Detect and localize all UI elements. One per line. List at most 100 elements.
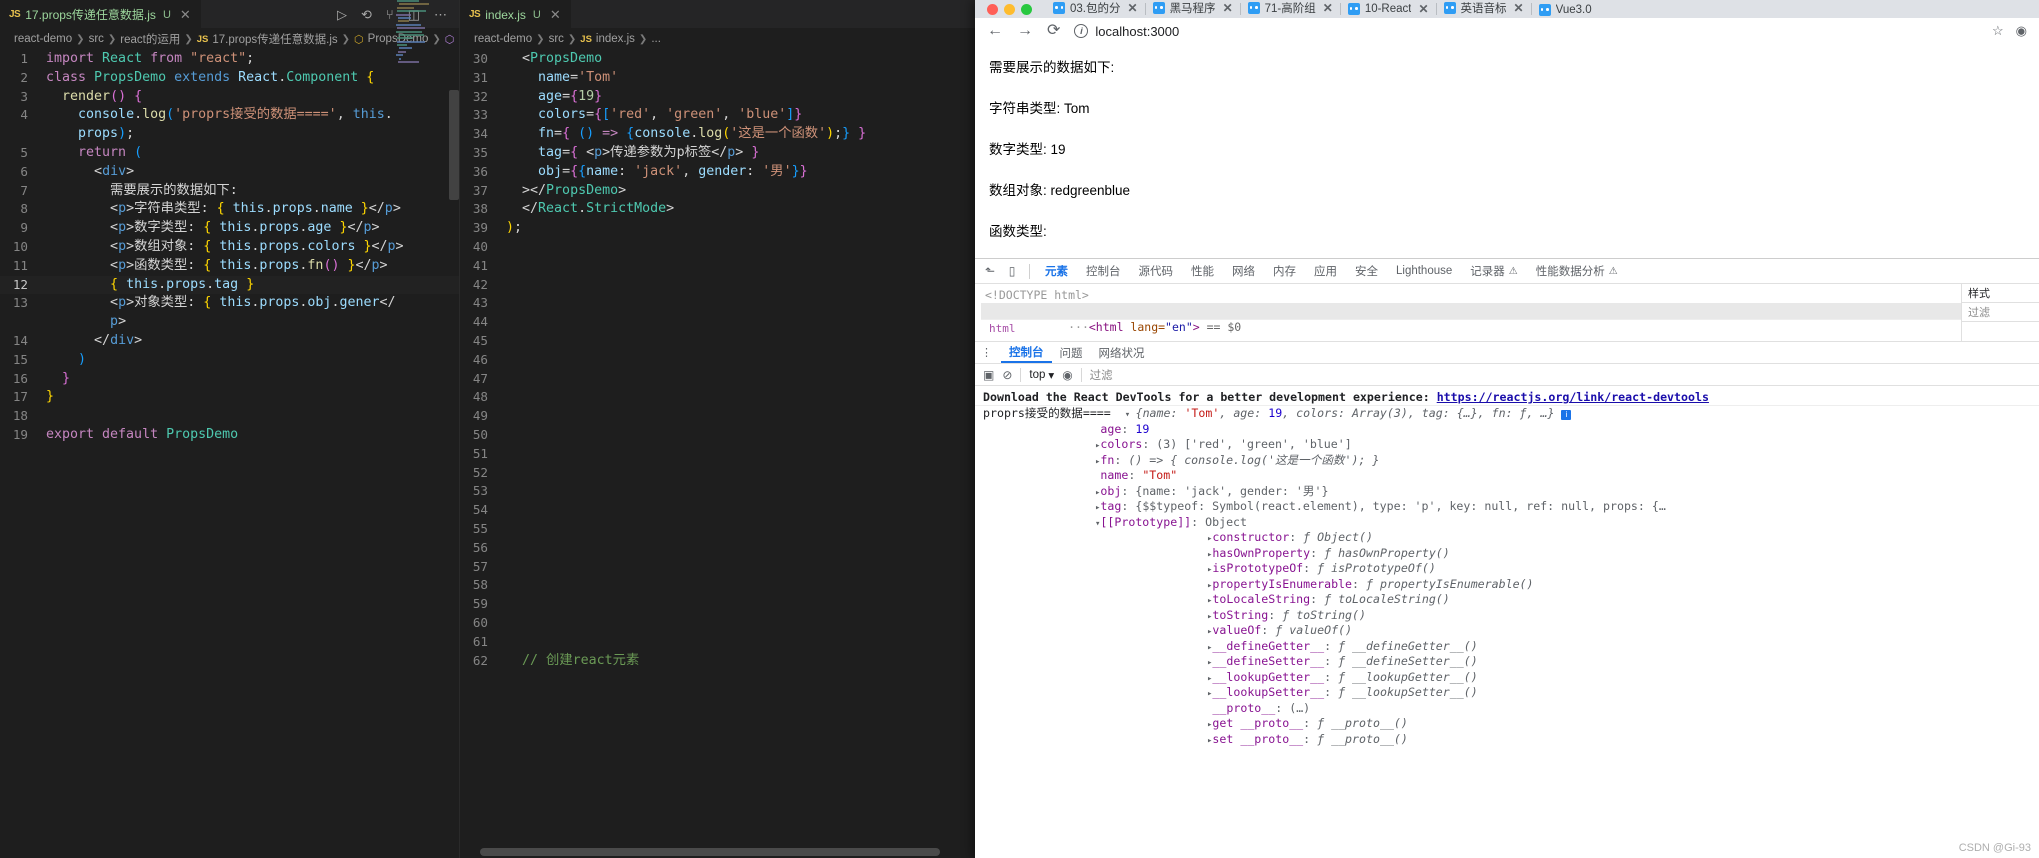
- code-line[interactable]: 12 { this.props.tag }: [0, 276, 459, 295]
- profile-avatar[interactable]: ◉: [2016, 23, 2027, 39]
- console-property-row[interactable]: name: "Tom": [975, 468, 2039, 484]
- code-line[interactable]: 3 render() {: [0, 88, 459, 107]
- code-line[interactable]: 5 return (: [0, 144, 459, 163]
- close-tab-icon[interactable]: ✕: [1223, 1, 1233, 15]
- info-badge-icon[interactable]: i: [1561, 410, 1571, 420]
- console-property-row[interactable]: ▾[[Prototype]]: Object: [975, 515, 2039, 531]
- editor-tab-props-file[interactable]: JS 17.props传递任意数据.js U ✕: [0, 0, 201, 28]
- maximize-window-button[interactable]: [1021, 4, 1032, 15]
- browser-tab[interactable]: Vue3.0: [1532, 4, 1599, 18]
- console-property-row[interactable]: ▸tag: {$$typeof: Symbol(react.element), …: [975, 499, 2039, 515]
- code-line[interactable]: 56: [460, 539, 975, 558]
- code-line[interactable]: 43: [460, 294, 975, 313]
- devtools-tab[interactable]: 控制台: [1077, 259, 1130, 283]
- code-line[interactable]: 34 fn={ () => {console.log('这是一个函数');} }: [460, 125, 975, 144]
- console-log-entry[interactable]: proprs接受的数据==== ▾ {name: 'Tom', age: 19,…: [975, 406, 2039, 747]
- close-tab-icon[interactable]: ✕: [1128, 1, 1138, 15]
- breadcrumb-item[interactable]: react的运用: [120, 31, 180, 47]
- code-line[interactable]: 60: [460, 614, 975, 633]
- code-line[interactable]: 30 <PropsDemo: [460, 50, 975, 69]
- code-line[interactable]: 33 colors={['red', 'green', 'blue']}: [460, 106, 975, 125]
- code-line[interactable]: 36 obj={{name: 'jack', gender: '男'}}: [460, 163, 975, 182]
- site-info-icon[interactable]: i: [1074, 24, 1088, 38]
- console-property-row[interactable]: ▸valueOf: ƒ valueOf(): [975, 623, 2039, 639]
- console-settings-eye-icon[interactable]: ◉: [1062, 368, 1072, 382]
- devtools-tab[interactable]: 元素: [1036, 259, 1077, 283]
- expand-toggle[interactable]: ···: [1068, 320, 1089, 334]
- history-icon[interactable]: ⟲: [361, 8, 372, 21]
- devtools-tab[interactable]: 性能数据分析 ⚠: [1527, 259, 1627, 283]
- breadcrumb-item[interactable]: react-demo: [14, 33, 72, 45]
- code-line[interactable]: 53: [460, 482, 975, 501]
- code-line[interactable]: 4 console.log('proprs接受的数据====', this.: [0, 106, 459, 125]
- minimap-left[interactable]: [395, 0, 453, 70]
- devtools-tab[interactable]: 应用: [1305, 259, 1346, 283]
- close-icon[interactable]: ✕: [550, 8, 561, 21]
- bookmark-icon[interactable]: ☆: [1992, 23, 2004, 39]
- code-line[interactable]: 16 }: [0, 370, 459, 389]
- console-property-row[interactable]: ▸set __proto__: ƒ __proto__(): [975, 732, 2039, 748]
- code-line[interactable]: 17}: [0, 388, 459, 407]
- breadcrumb-item[interactable]: src: [89, 33, 104, 45]
- code-line[interactable]: 8 <p>字符串类型: { this.props.name }</p>: [0, 200, 459, 219]
- code-line[interactable]: 58: [460, 576, 975, 595]
- browser-tab[interactable]: 71-高阶组 ✕: [1241, 0, 1340, 18]
- console-property-row[interactable]: ▸colors: (3) ['red', 'green', 'blue']: [975, 437, 2039, 453]
- source-control-icon[interactable]: ⑂: [386, 8, 394, 21]
- code-line[interactable]: 51: [460, 445, 975, 464]
- editor-tab-index-file[interactable]: JS index.js U ✕: [460, 0, 571, 28]
- code-line[interactable]: 61: [460, 633, 975, 652]
- code-line[interactable]: 31 name='Tom': [460, 69, 975, 88]
- code-line[interactable]: 46: [460, 351, 975, 370]
- code-line[interactable]: 54: [460, 501, 975, 520]
- code-line[interactable]: 19 export default PropsDemo: [0, 426, 459, 445]
- console-property-row[interactable]: ▸propertyIsEnumerable: ƒ propertyIsEnume…: [975, 577, 2039, 593]
- browser-tab[interactable]: 03.包的分 ✕: [1046, 0, 1145, 18]
- code-line[interactable]: 40: [460, 238, 975, 257]
- code-line[interactable]: 57: [460, 558, 975, 577]
- console-property-row[interactable]: ▸obj: {name: 'jack', gender: '男'}: [975, 484, 2039, 500]
- code-line[interactable]: 39);: [460, 219, 975, 238]
- devtools-tab[interactable]: 记录器 ⚠: [1461, 259, 1526, 283]
- console-property-row[interactable]: ▸__lookupSetter__: ƒ __lookupSetter__(): [975, 685, 2039, 701]
- dom-html-node[interactable]: ···<html lang="en"> == $0: [981, 303, 1961, 319]
- console-property-row[interactable]: ▸toLocaleString: ƒ toLocaleString(): [975, 592, 2039, 608]
- breadcrumb-item[interactable]: index.js: [596, 33, 635, 45]
- console-property-row[interactable]: ▸fn: () => { console.log('这是一个函数'); }: [975, 453, 2039, 469]
- console-drawer-tab[interactable]: 控制台: [1001, 342, 1052, 363]
- inspect-element-icon[interactable]: ⬑: [979, 261, 1001, 281]
- code-line[interactable]: 38 </React.StrictMode>: [460, 200, 975, 219]
- code-line[interactable]: 55: [460, 520, 975, 539]
- console-property-row[interactable]: ▸isPrototypeOf: ƒ isPrototypeOf(): [975, 561, 2039, 577]
- code-line[interactable]: 11 <p>函数类型: { this.props.fn() }</p>: [0, 257, 459, 276]
- code-line[interactable]: 52: [460, 464, 975, 483]
- browser-tab[interactable]: 10-React ✕: [1341, 2, 1436, 18]
- back-icon[interactable]: ←: [987, 23, 1003, 39]
- react-devtools-link[interactable]: https://reactjs.org/link/react-devtools: [1437, 390, 1709, 404]
- console-property-row[interactable]: ▸get __proto__: ƒ __proto__(): [975, 716, 2039, 732]
- devtools-tab[interactable]: Lighthouse: [1387, 259, 1461, 283]
- code-line[interactable]: 32 age={19}: [460, 88, 975, 107]
- code-line[interactable]: 41: [460, 257, 975, 276]
- code-line[interactable]: 37 ></PropsDemo>: [460, 182, 975, 201]
- device-toolbar-icon[interactable]: ▯: [1001, 261, 1023, 281]
- console-property-row[interactable]: __proto__: (…): [975, 701, 2039, 717]
- breadcrumb-item[interactable]: render: [458, 33, 459, 45]
- code-editor-right[interactable]: 30 <PropsDemo 31 name='Tom' 32 age={19} 33 …: [460, 50, 975, 670]
- close-tab-icon[interactable]: ✕: [1418, 2, 1428, 16]
- code-line[interactable]: 14 </div>: [0, 332, 459, 351]
- expand-toggle-icon[interactable]: ▾: [1125, 410, 1136, 420]
- breadcrumb-item[interactable]: src: [549, 33, 564, 45]
- scrollbar-vertical-left[interactable]: [449, 90, 459, 200]
- code-line[interactable]: 50: [460, 426, 975, 445]
- run-icon[interactable]: ▷: [337, 8, 347, 21]
- styles-tab[interactable]: 样式: [1962, 284, 2039, 303]
- code-line[interactable]: 42: [460, 276, 975, 295]
- dom-tree[interactable]: <!DOCTYPE html> ···<html lang="en"> == $…: [975, 284, 1961, 341]
- close-icon[interactable]: ✕: [180, 8, 191, 21]
- breadcrumb-item[interactable]: 17.props传递任意数据.js: [212, 31, 337, 47]
- code-line[interactable]: 44: [460, 313, 975, 332]
- code-line[interactable]: p>: [0, 313, 459, 332]
- address-bar[interactable]: i localhost:3000: [1074, 21, 1978, 41]
- breadcrumb-item[interactable]: ...: [651, 33, 661, 45]
